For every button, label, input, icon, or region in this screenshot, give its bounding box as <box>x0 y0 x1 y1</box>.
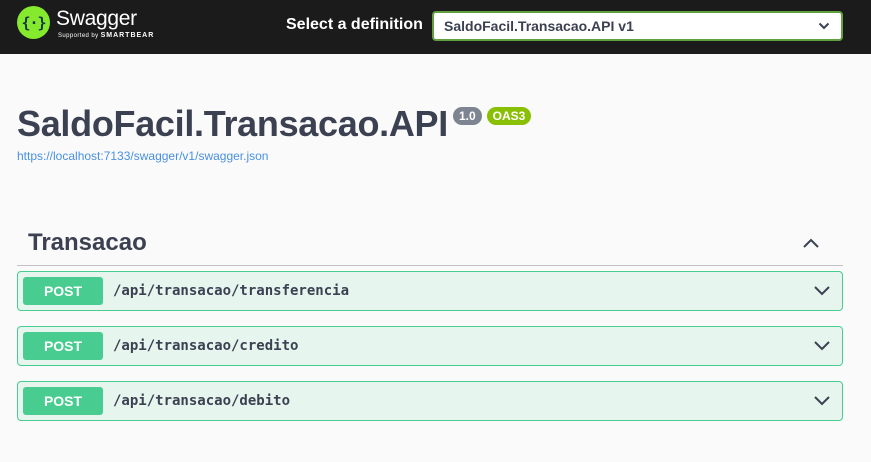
brand-sub-company: SMARTBEAR <box>100 32 155 39</box>
operation-path: /api/transacao/credito <box>113 338 299 354</box>
oas-badge: OAS3 <box>486 107 532 125</box>
operation-row[interactable]: POST /api/transacao/transferencia <box>17 271 843 311</box>
method-badge: POST <box>23 387 103 415</box>
tag-header[interactable]: Transacao <box>17 220 843 266</box>
definition-label: Select a definition <box>286 16 423 33</box>
method-badge: POST <box>23 277 103 305</box>
top-bar: {·} Swagger Supported by SMARTBEAR Selec… <box>0 0 871 54</box>
tag-name: Transacao <box>28 228 147 256</box>
chevron-down-icon[interactable] <box>812 391 832 411</box>
api-info: SaldoFacil.Transacao.API 1.0 OAS3 https:… <box>17 100 532 163</box>
brand-sub-prefix: Supported by <box>58 33 101 39</box>
chevron-down-icon[interactable] <box>812 281 832 301</box>
method-badge: POST <box>23 332 103 360</box>
definition-select-value: SaldoFacil.Transacao.API v1 <box>444 18 634 34</box>
operation-row[interactable]: POST /api/transacao/debito <box>17 381 843 421</box>
chevron-down-icon <box>818 22 830 30</box>
swagger-logo-icon: {·} <box>17 6 50 39</box>
spec-url-link[interactable]: https://localhost:7133/swagger/v1/swagge… <box>17 149 531 163</box>
brand-name: Swagger <box>56 7 137 30</box>
operation-path: /api/transacao/debito <box>113 393 291 409</box>
operation-path: /api/transacao/transferencia <box>113 283 350 299</box>
braces-icon: {·} <box>21 13 46 32</box>
swagger-logo[interactable]: {·} Swagger Supported by SMARTBEAR <box>17 6 154 46</box>
brand-subtitle: Supported by SMARTBEAR <box>58 32 154 40</box>
tag-section-transacao: Transacao POST /api/transacao/transferen… <box>17 220 843 421</box>
definition-select[interactable]: SaldoFacil.Transacao.API v1 <box>432 11 843 41</box>
operation-row[interactable]: POST /api/transacao/credito <box>17 326 843 366</box>
version-badge: 1.0 <box>452 107 482 125</box>
chevron-up-icon[interactable] <box>801 233 821 253</box>
brand-text: Swagger Supported by SMARTBEAR <box>56 6 154 40</box>
chevron-down-icon[interactable] <box>812 336 832 356</box>
title-row: SaldoFacil.Transacao.API 1.0 OAS3 <box>17 100 532 148</box>
page-title: SaldoFacil.Transacao.API <box>17 103 448 144</box>
